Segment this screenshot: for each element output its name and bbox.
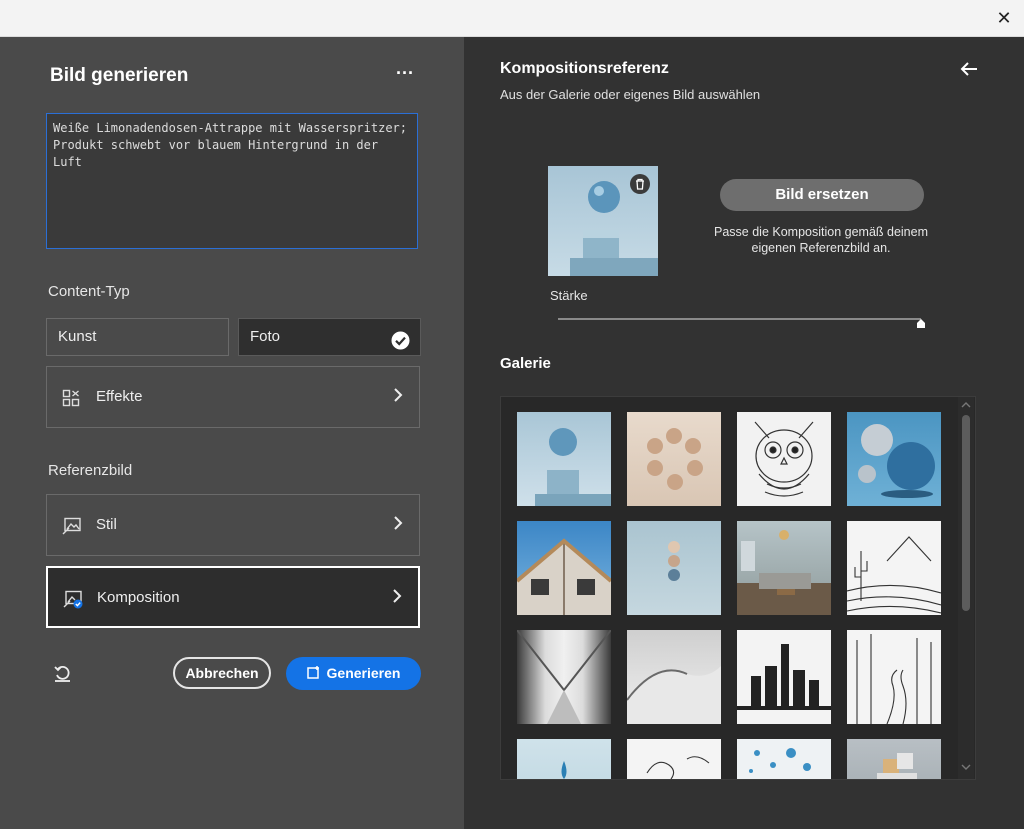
gallery-thumb[interactable] (517, 739, 611, 779)
panel-title: Kompositionsreferenz (500, 60, 669, 77)
gallery-thumb[interactable] (517, 630, 611, 724)
close-window-button[interactable]: ✕ (992, 6, 1016, 30)
style-label: Stil (96, 516, 117, 533)
generate-label: Generieren (326, 665, 401, 681)
gallery-thumb[interactable] (847, 521, 941, 615)
panel-title: Bild generieren (50, 65, 189, 86)
gallery-thumb[interactable] (737, 412, 831, 506)
style-row[interactable]: Stil (46, 494, 420, 556)
delete-trash-icon[interactable] (630, 174, 650, 194)
checkmark-icon (391, 328, 410, 364)
gallery-thumb[interactable] (737, 521, 831, 615)
gallery-thumb[interactable] (517, 521, 611, 615)
strength-slider-handle[interactable] (915, 316, 927, 334)
gallery-scroll-thumb[interactable] (962, 415, 970, 611)
effects-icon (62, 389, 80, 411)
gallery-thumb[interactable] (847, 630, 941, 724)
gallery-scrollbar[interactable] (958, 397, 974, 779)
gallery-thumb[interactable] (847, 739, 941, 779)
content-type-art[interactable]: Kunst (46, 318, 229, 356)
reference-heading: Referenzbild (48, 462, 133, 479)
chevron-right-icon (392, 588, 402, 608)
gallery-thumb[interactable] (737, 739, 831, 779)
window-titlebar: ✕ (0, 0, 1024, 37)
panel-subtitle: Aus der Galerie oder eigenes Bild auswäh… (500, 87, 761, 102)
content-type-photo[interactable]: Foto (238, 318, 421, 356)
strength-slider-track[interactable] (558, 318, 921, 320)
gallery-thumb[interactable] (627, 412, 721, 506)
generate-icon (306, 658, 321, 691)
chevron-right-icon (393, 387, 403, 407)
composition-reference-panel: Kompositionsreferenz Aus der Galerie ode… (464, 37, 1024, 829)
gallery-thumb[interactable] (627, 739, 721, 779)
replace-image-button[interactable]: Bild ersetzen (720, 179, 924, 211)
prompt-input[interactable]: Weiße Limonadendosen-Attrappe mit Wasser… (46, 113, 418, 249)
effects-label: Effekte (96, 388, 143, 405)
composition-label: Komposition (97, 589, 180, 606)
generate-button[interactable]: Generieren (286, 657, 421, 690)
gallery-thumb[interactable] (627, 521, 721, 615)
gallery-thumb[interactable] (627, 630, 721, 724)
gallery-heading: Galerie (500, 355, 551, 372)
generate-panel: Bild generieren ··· Weiße Limonadendosen… (0, 37, 464, 829)
content-type-photo-label: Foto (250, 328, 281, 345)
content-type-heading: Content-Typ (48, 283, 130, 300)
more-options-button[interactable]: ··· (396, 63, 414, 84)
composition-image-icon (63, 590, 83, 613)
chevron-right-icon (393, 515, 403, 535)
back-arrow-icon[interactable] (960, 61, 978, 82)
style-image-icon (62, 517, 82, 539)
reset-icon[interactable] (53, 663, 73, 688)
gallery-grid (500, 396, 976, 780)
replace-hint: Passe die Komposition gemäß deinem eigen… (714, 225, 929, 255)
content-type-art-label: Kunst (58, 328, 97, 345)
strength-label: Stärke (550, 288, 588, 303)
effects-row[interactable]: Effekte (46, 366, 420, 428)
composition-row[interactable]: Komposition (46, 566, 420, 628)
cancel-button[interactable]: Abbrechen (173, 657, 271, 689)
gallery-thumb[interactable] (737, 630, 831, 724)
gallery-thumb[interactable] (517, 412, 611, 506)
gallery-thumb[interactable] (847, 412, 941, 506)
